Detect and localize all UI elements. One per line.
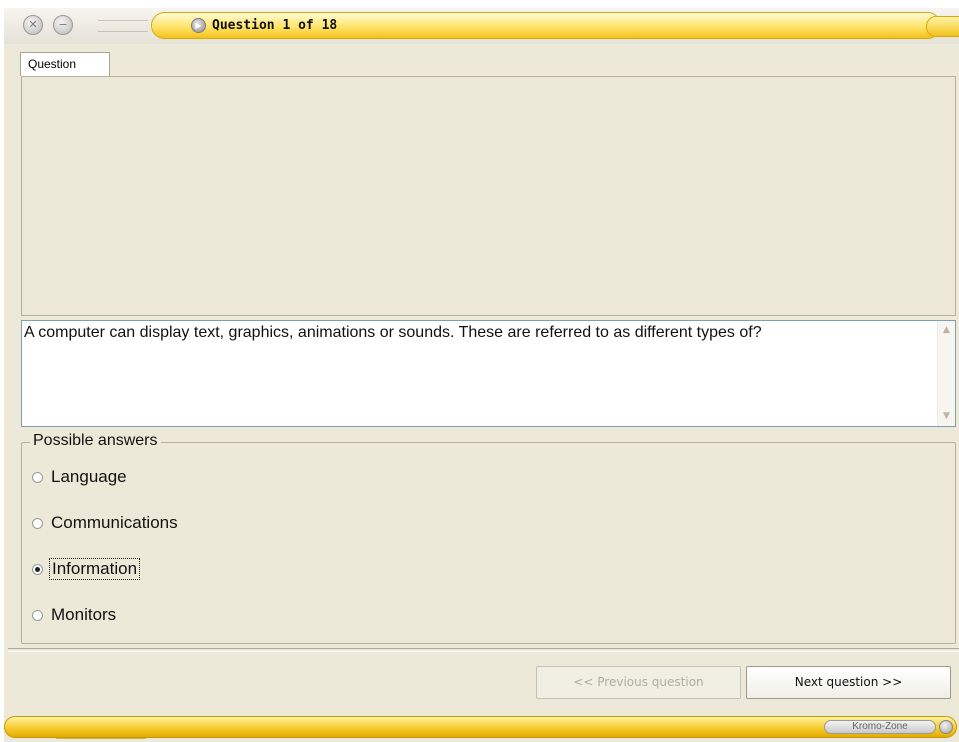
close-icon[interactable]: ✕	[23, 15, 43, 35]
radio-button[interactable]	[32, 518, 43, 529]
nav-separator	[8, 648, 959, 652]
radio-button[interactable]	[32, 610, 43, 621]
radio-button-selected[interactable]	[32, 564, 43, 575]
answers-group: Possible answers Language Communications…	[21, 432, 956, 644]
answer-label[interactable]: Information	[49, 558, 141, 580]
question-text: A computer can display text, graphics, a…	[24, 324, 762, 341]
play-icon: ▶	[191, 18, 206, 33]
previous-question-button[interactable]: << Previous question	[536, 666, 741, 699]
main-panel: Question A computer can display text, gr…	[4, 44, 959, 742]
scroll-down-icon[interactable]: ▼	[939, 409, 954, 424]
question-image-area	[21, 76, 956, 316]
answer-label[interactable]: Communications	[49, 513, 180, 533]
answer-label[interactable]: Monitors	[49, 605, 118, 625]
answers-legend: Possible answers	[30, 432, 161, 450]
top-strip	[0, 0, 959, 8]
next-question-button[interactable]: Next question >>	[746, 666, 951, 699]
title-divider	[98, 20, 148, 32]
tab-question[interactable]: Question	[20, 52, 110, 76]
answer-label[interactable]: Language	[49, 467, 129, 487]
title-pill: ▶ Question 1 of 18	[151, 12, 959, 39]
radio-button[interactable]	[32, 472, 43, 483]
window-title: Question 1 of 18	[212, 18, 338, 33]
question-textbox[interactable]: A computer can display text, graphics, a…	[21, 320, 956, 427]
scroll-up-icon[interactable]: ▲	[939, 323, 954, 338]
status-pill: Kromo-Zone	[4, 716, 957, 739]
status-dot-icon[interactable]	[939, 720, 953, 734]
title-bar: ✕ − ▶ Question 1 of 18	[4, 8, 959, 45]
status-bar: Kromo-Zone	[4, 714, 959, 742]
status-decoration	[55, 720, 165, 739]
brand-badge: Kromo-Zone	[824, 720, 936, 734]
question-scrollbar[interactable]: ▲ ▼	[937, 321, 955, 426]
minimize-icon[interactable]: −	[53, 15, 73, 35]
